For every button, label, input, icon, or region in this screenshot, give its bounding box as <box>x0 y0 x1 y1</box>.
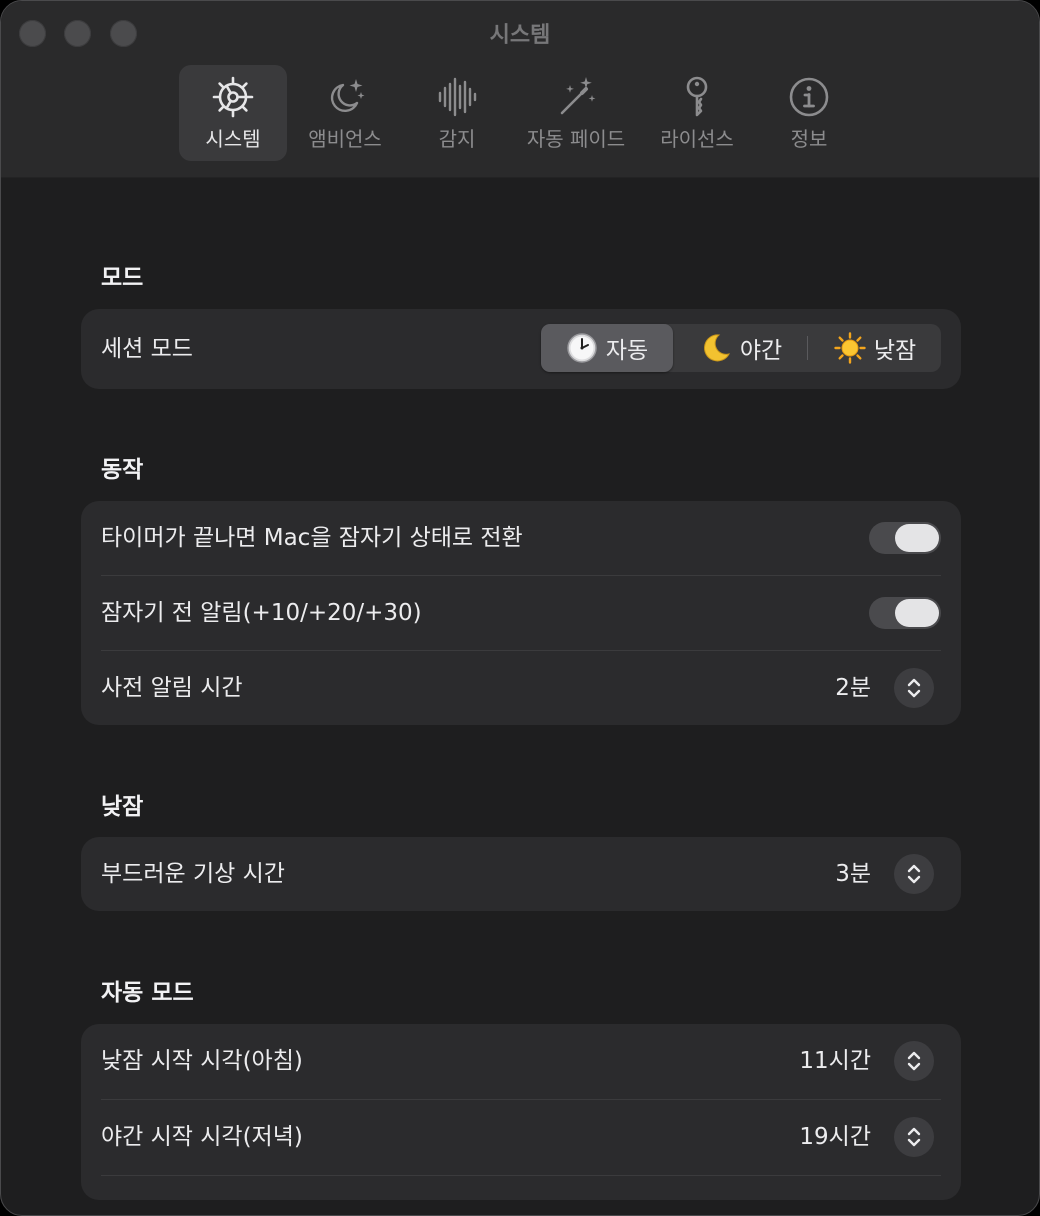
waveform-icon <box>438 77 477 117</box>
segment-auto-label: 자동 <box>605 338 649 364</box>
mode-card: 세션 모드 자동 야간 낮잠 <box>81 309 961 389</box>
chevron-up-down-icon <box>907 678 921 698</box>
sun-icon <box>834 332 866 364</box>
session-mode-row: 세션 모드 자동 야간 낮잠 <box>81 312 961 386</box>
segment-auto[interactable]: 자동 <box>541 324 673 372</box>
nap-start-row: 낮잠 시작 시각(아침) 11시간 <box>81 1024 961 1098</box>
toggle-knob <box>895 599 939 627</box>
toolbar: 시스템 시스템 앰비언스 감지 자동 페이드 라이선스 정보 <box>1 1 1039 178</box>
nap-start-value: 11시간 <box>799 1048 871 1074</box>
toggle-knob <box>895 524 939 552</box>
night-start-value: 19시간 <box>799 1124 871 1150</box>
gentle-wake-row: 부드러운 기상 시간 3분 <box>81 837 961 911</box>
segment-divider <box>807 336 808 360</box>
pre-sleep-alert-row: 잠자기 전 알림(+10/+20/+30) <box>81 576 961 650</box>
section-title-auto-mode: 자동 모드 <box>101 980 194 1006</box>
key-icon <box>686 76 708 117</box>
moon-stars-icon <box>330 79 365 113</box>
segment-nap[interactable]: 낮잠 <box>809 324 941 372</box>
gentle-wake-value: 3분 <box>835 861 871 887</box>
window-title: 시스템 <box>489 23 551 48</box>
sleep-mac-toggle[interactable] <box>869 522 941 554</box>
section-title-nap: 낮잠 <box>101 794 144 820</box>
alert-lead-time-stepper[interactable] <box>894 668 934 708</box>
alert-lead-time-row: 사전 알림 시간 2분 <box>81 651 961 725</box>
clock-icon <box>566 332 598 364</box>
gentle-wake-label: 부드러운 기상 시간 <box>101 861 285 887</box>
crescent-moon-icon <box>700 332 732 364</box>
preferences-window: 시스템 시스템 앰비언스 감지 자동 페이드 라이선스 정보 모드 세션 모드 … <box>0 0 1040 1216</box>
tab-detection[interactable]: 감지 <box>407 65 507 161</box>
tab-label: 라이선스 <box>660 127 734 151</box>
segment-night[interactable]: 야간 <box>675 324 807 372</box>
tab-label: 앰비언스 <box>308 127 382 151</box>
auto-mode-card: 낮잠 시작 시각(아침) 11시간 야간 시작 시각(저녁) 19시간 <box>81 1024 961 1200</box>
tab-label: 감지 <box>438 127 476 151</box>
tab-about[interactable]: 정보 <box>769 65 849 161</box>
tab-license[interactable]: 라이선스 <box>647 65 747 161</box>
pre-sleep-alert-label: 잠자기 전 알림(+10/+20/+30) <box>101 600 422 626</box>
segment-nap-label: 낮잠 <box>873 338 917 364</box>
session-mode-segmented-control[interactable]: 자동 야간 낮잠 <box>541 324 941 372</box>
sleep-mac-row: 타이머가 끝나면 Mac을 잠자기 상태로 전환 <box>81 501 961 575</box>
chevron-up-down-icon <box>907 1051 921 1071</box>
chevron-up-down-icon <box>907 1127 921 1147</box>
night-start-label: 야간 시작 시각(저녁) <box>101 1124 303 1150</box>
chevron-up-down-icon <box>907 864 921 884</box>
night-start-stepper[interactable] <box>894 1117 934 1157</box>
info-icon <box>789 77 829 117</box>
gentle-wake-stepper[interactable] <box>894 854 934 894</box>
alert-lead-time-label: 사전 알림 시간 <box>101 675 243 701</box>
night-start-row: 야간 시작 시각(저녁) 19시간 <box>81 1100 961 1174</box>
tab-label: 정보 <box>790 127 828 151</box>
tab-label: 자동 페이드 <box>526 127 626 151</box>
row-divider <box>101 1175 941 1176</box>
alert-lead-time-value: 2분 <box>835 675 871 701</box>
section-title-behavior: 동작 <box>101 457 144 483</box>
sleep-mac-label: 타이머가 끝나면 Mac을 잠자기 상태로 전환 <box>101 525 523 551</box>
behavior-card: 타이머가 끝나면 Mac을 잠자기 상태로 전환 잠자기 전 알림(+10/+2… <box>81 501 961 725</box>
pre-sleep-alert-toggle[interactable] <box>869 597 941 629</box>
tab-label: 시스템 <box>205 127 261 151</box>
segment-night-label: 야간 <box>739 338 783 364</box>
magic-wand-icon <box>560 77 596 115</box>
tab-auto-fade[interactable]: 자동 페이드 <box>519 65 633 161</box>
section-title-mode: 모드 <box>101 265 144 291</box>
gear-icon <box>212 76 254 118</box>
tab-system[interactable]: 시스템 <box>179 65 287 161</box>
nap-card: 부드러운 기상 시간 3분 <box>81 837 961 911</box>
tab-ambience[interactable]: 앰비언스 <box>293 65 397 161</box>
session-mode-label: 세션 모드 <box>101 336 193 362</box>
nap-start-label: 낮잠 시작 시각(아침) <box>101 1048 303 1074</box>
nap-start-stepper[interactable] <box>894 1041 934 1081</box>
